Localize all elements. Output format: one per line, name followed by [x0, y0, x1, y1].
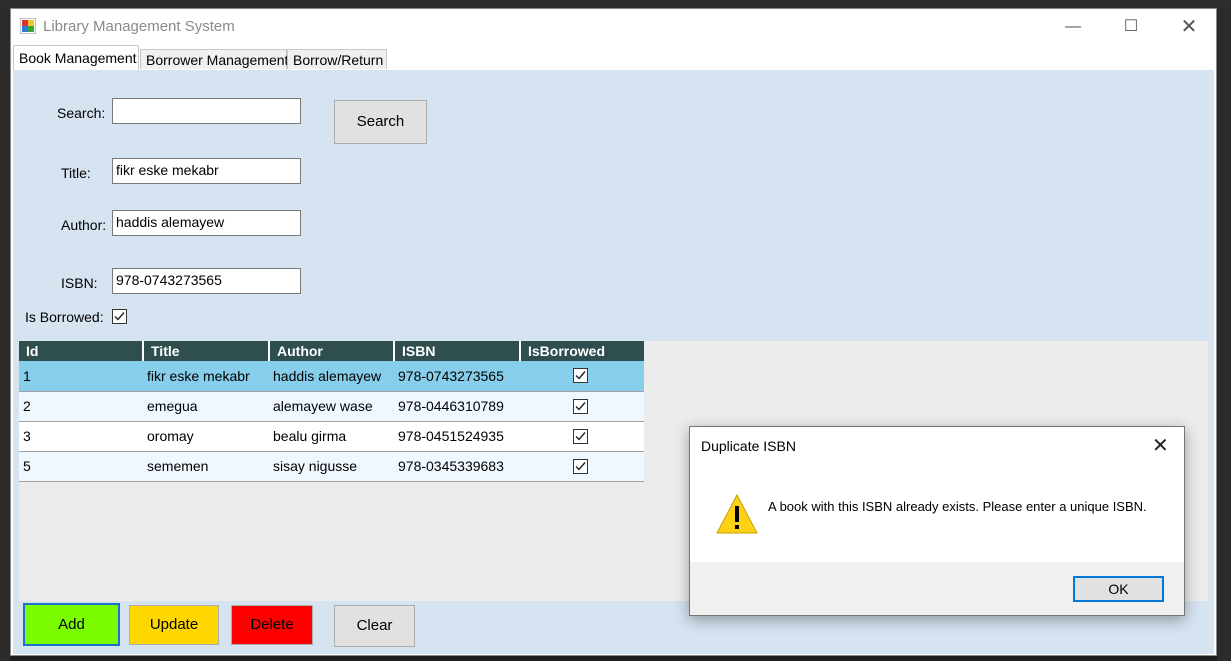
- table-row[interactable]: 3 oromay bealu girma 978-0451524935: [19, 421, 644, 452]
- cell-author[interactable]: bealu girma: [269, 421, 394, 452]
- title-bar[interactable]: Library Management System — ☐ ✕: [11, 9, 1216, 45]
- app-icon: [20, 18, 36, 34]
- row-checkbox[interactable]: [573, 458, 588, 474]
- search-input[interactable]: [112, 98, 301, 124]
- cell-author[interactable]: haddis alemayew: [269, 361, 394, 392]
- background-left-strip: [0, 8, 10, 661]
- column-header-id[interactable]: Id: [19, 341, 143, 361]
- add-button[interactable]: Add: [23, 603, 120, 646]
- books-table: Id Title Author ISBN IsBorrowed 1 fikr e…: [19, 341, 644, 482]
- cell-isbn[interactable]: 978-0743273565: [394, 361, 520, 392]
- tab-borrow-return[interactable]: Borrow/Return: [287, 49, 387, 69]
- close-button[interactable]: ✕: [1160, 9, 1218, 45]
- column-header-title[interactable]: Title: [142, 341, 269, 361]
- cell-isbn[interactable]: 978-0345339683: [394, 451, 520, 482]
- tab-book-management[interactable]: Book Management: [13, 45, 139, 70]
- is-borrowed-label: Is Borrowed:: [25, 309, 104, 325]
- tab-borrower-management[interactable]: Borrower Management: [140, 49, 288, 69]
- column-header-isborrowed[interactable]: IsBorrowed: [519, 341, 644, 361]
- minimize-button[interactable]: —: [1044, 9, 1102, 45]
- ok-button[interactable]: OK: [1073, 576, 1164, 602]
- cell-title[interactable]: emegua: [143, 391, 269, 422]
- dialog-message: A book with this ISBN already exists. Pl…: [768, 499, 1147, 514]
- tab-strip: Book Management Borrower Management Borr…: [11, 45, 1216, 70]
- row-checkbox[interactable]: [573, 368, 588, 384]
- table-row[interactable]: 1 fikr eske mekabr haddis alemayew 978-0…: [19, 361, 644, 392]
- cell-id[interactable]: 3: [19, 421, 143, 452]
- author-label: Author:: [61, 217, 107, 233]
- cell-id[interactable]: 2: [19, 391, 143, 422]
- warning-icon: [716, 493, 758, 534]
- duplicate-isbn-dialog: Duplicate ISBN ✕ A book with this ISBN a…: [689, 426, 1185, 616]
- window-title: Library Management System: [43, 18, 235, 35]
- search-label: Search:: [57, 105, 106, 121]
- table-row[interactable]: 2 emegua alemayew wase 978-0446310789: [19, 391, 644, 422]
- cell-title[interactable]: oromay: [143, 421, 269, 452]
- background-right-strip: [1217, 8, 1231, 661]
- column-header-author[interactable]: Author: [268, 341, 394, 361]
- isbn-label: ISBN:: [61, 275, 98, 291]
- clear-button[interactable]: Clear: [334, 605, 415, 647]
- dialog-title: Duplicate ISBN: [701, 438, 796, 454]
- cell-title[interactable]: sememen: [143, 451, 269, 482]
- dialog-close-button[interactable]: ✕: [1152, 433, 1169, 458]
- table-row[interactable]: 5 sememen sisay nigusse 978-0345339683: [19, 451, 644, 482]
- dialog-footer: OK: [690, 562, 1184, 615]
- checkmark-icon: [114, 312, 125, 321]
- cell-author[interactable]: alemayew wase: [269, 391, 394, 422]
- title-input[interactable]: fikr eske mekabr: [112, 158, 301, 184]
- cell-isborrowed[interactable]: [520, 391, 644, 422]
- delete-button[interactable]: Delete: [231, 605, 313, 645]
- isbn-input[interactable]: 978-0743273565: [112, 268, 301, 294]
- update-button[interactable]: Update: [129, 605, 219, 645]
- background-editor-strip: [0, 0, 1231, 8]
- cell-isborrowed[interactable]: [520, 421, 644, 452]
- maximize-button[interactable]: ☐: [1102, 9, 1160, 45]
- checkmark-icon: [575, 431, 586, 441]
- row-checkbox[interactable]: [573, 428, 588, 444]
- cell-isborrowed[interactable]: [520, 361, 644, 392]
- cell-isborrowed[interactable]: [520, 451, 644, 482]
- cell-author[interactable]: sisay nigusse: [269, 451, 394, 482]
- title-label: Title:: [61, 165, 91, 181]
- checkmark-icon: [575, 461, 586, 471]
- cell-title[interactable]: fikr eske mekabr: [143, 361, 269, 392]
- cell-isbn[interactable]: 978-0446310789: [394, 391, 520, 422]
- author-input[interactable]: haddis alemayew: [112, 210, 301, 236]
- row-checkbox[interactable]: [573, 398, 588, 414]
- cell-id[interactable]: 1: [19, 361, 143, 392]
- checkmark-icon: [575, 371, 586, 380]
- cell-id[interactable]: 5: [19, 451, 143, 482]
- column-header-isbn[interactable]: ISBN: [393, 341, 520, 361]
- checkmark-icon: [575, 401, 586, 411]
- search-button[interactable]: Search: [334, 100, 427, 144]
- is-borrowed-checkbox[interactable]: [112, 309, 127, 324]
- cell-isbn[interactable]: 978-0451524935: [394, 421, 520, 452]
- grid-header-row: Id Title Author ISBN IsBorrowed: [19, 341, 644, 361]
